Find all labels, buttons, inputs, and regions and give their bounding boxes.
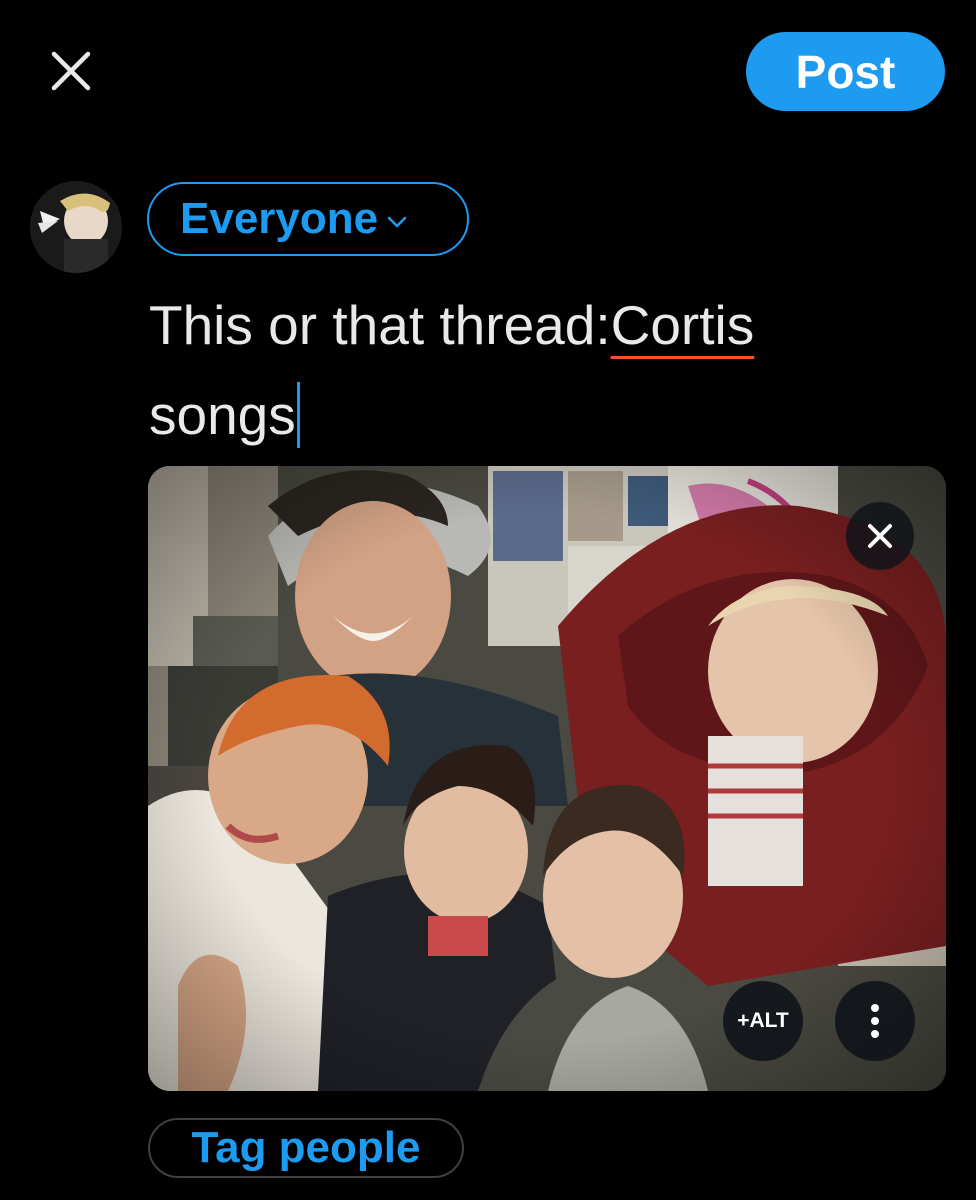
tag-people-button[interactable]: Tag people xyxy=(148,1118,464,1178)
close-icon xyxy=(868,524,892,548)
chevron-down-icon xyxy=(386,215,408,229)
misspelled-word[interactable]: Cortis xyxy=(611,294,755,356)
close-icon xyxy=(51,51,91,91)
close-button[interactable] xyxy=(40,40,102,102)
attached-photo[interactable]: +ALT xyxy=(148,466,946,1091)
audience-selector[interactable]: Everyone xyxy=(147,182,469,256)
more-vertical-icon xyxy=(871,1004,879,1038)
post-button[interactable]: Post xyxy=(746,32,945,111)
audience-label: Everyone xyxy=(180,194,379,243)
media-more-button[interactable] xyxy=(835,981,915,1061)
compose-text-area[interactable]: This or that thread:Cortis songs xyxy=(149,280,949,460)
avatar[interactable] xyxy=(30,181,122,273)
text-cursor xyxy=(296,382,300,448)
add-alt-text-button[interactable]: +ALT xyxy=(723,981,803,1061)
group-photo-image xyxy=(148,466,946,1091)
compose-text-line1: This or that thread: xyxy=(149,294,611,356)
compose-text-line2: songs xyxy=(149,384,296,446)
remove-media-button[interactable] xyxy=(846,502,914,570)
